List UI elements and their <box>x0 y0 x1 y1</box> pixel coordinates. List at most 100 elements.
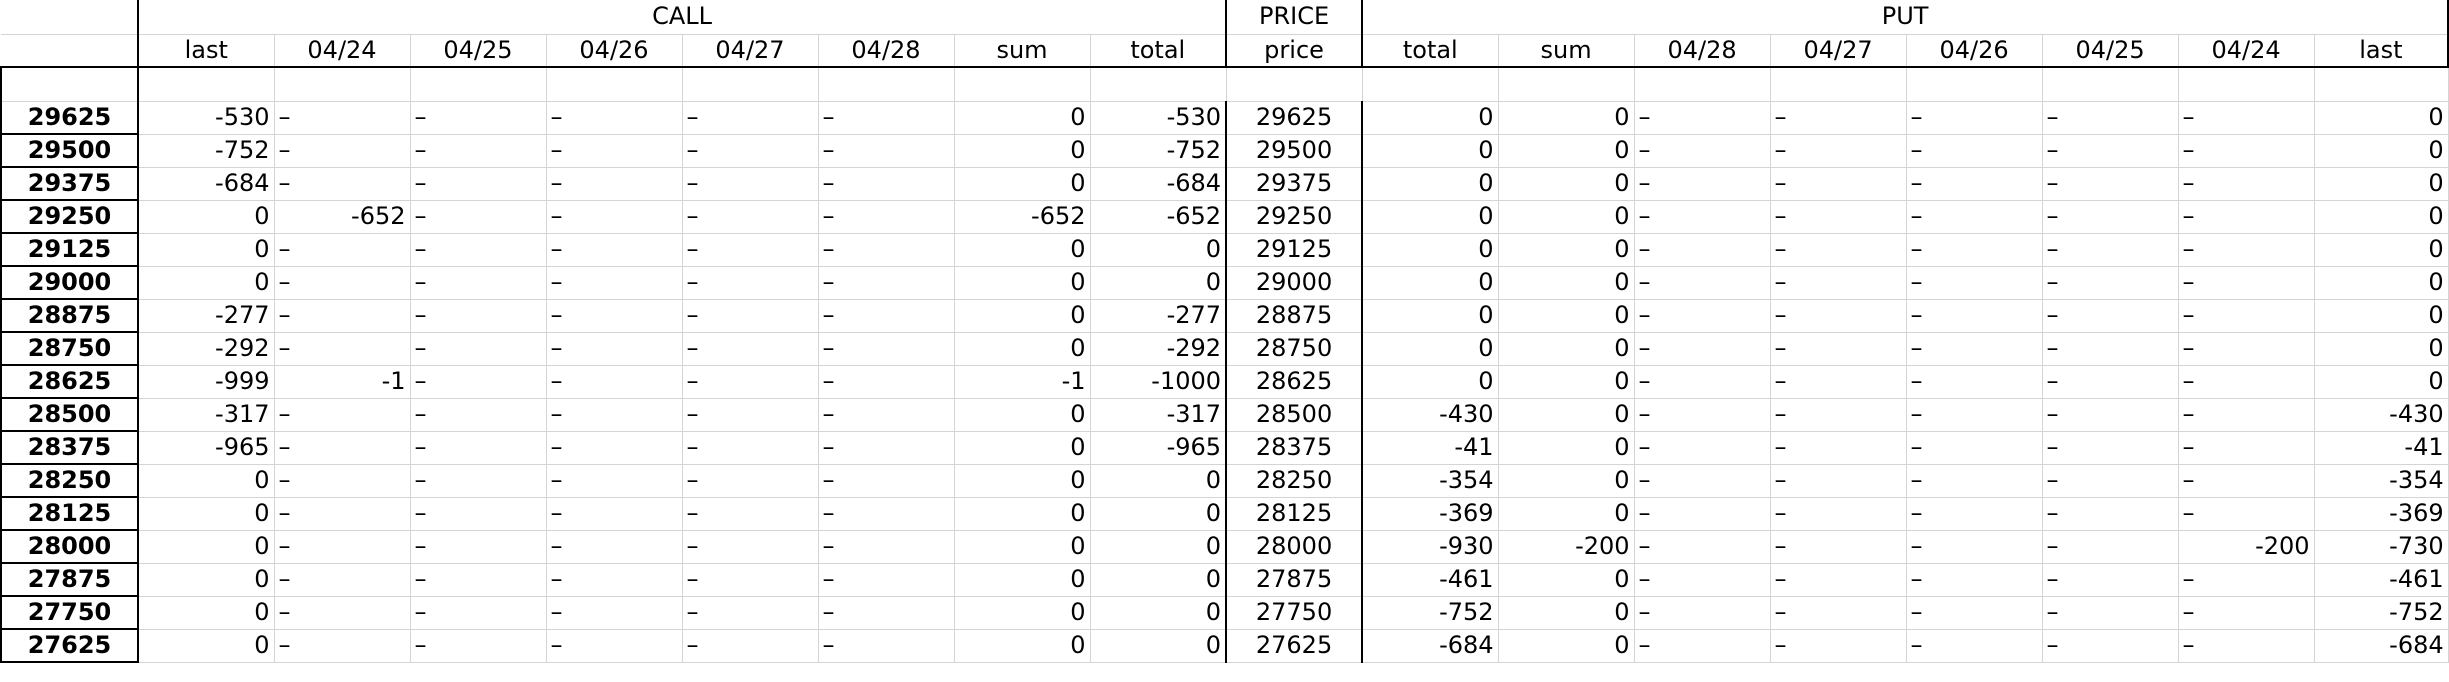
call-cell[interactable]: – <box>545 496 683 531</box>
call-cell[interactable]: -317 <box>1089 397 1227 432</box>
put-cell[interactable]: 0 <box>1497 133 1635 168</box>
put-cell[interactable]: – <box>1905 100 2043 135</box>
price-cell[interactable]: 29375 <box>1225 166 1364 201</box>
call-cell[interactable]: – <box>681 463 819 498</box>
put-cell[interactable]: 0 <box>2313 133 2449 168</box>
strike-label[interactable]: 29125 <box>0 232 139 267</box>
call-cell[interactable]: – <box>681 265 819 300</box>
call-cell[interactable]: 0 <box>137 199 275 234</box>
put-cell[interactable]: – <box>1633 265 1771 300</box>
price-col[interactable]: price <box>1225 33 1364 68</box>
blank-cell[interactable] <box>137 67 275 102</box>
price-cell[interactable]: 29000 <box>1225 265 1364 300</box>
put-cell[interactable]: – <box>2041 628 2179 663</box>
put-cell[interactable]: – <box>1905 463 2043 498</box>
blank-cell[interactable] <box>2313 67 2449 102</box>
call-cell[interactable]: – <box>817 562 955 597</box>
strike-label[interactable]: 28625 <box>0 364 139 399</box>
call-cell[interactable]: – <box>273 562 411 597</box>
call-cell[interactable]: – <box>817 397 955 432</box>
put-cell[interactable]: – <box>2041 100 2179 135</box>
price-cell[interactable]: 28000 <box>1225 529 1364 564</box>
put-cell[interactable]: – <box>2041 199 2179 234</box>
put-cell[interactable]: 0 <box>2313 298 2449 333</box>
put-cell[interactable]: 0 <box>2313 100 2449 135</box>
put-cell[interactable]: -41 <box>1361 430 1499 465</box>
put-cell[interactable]: – <box>1905 628 2043 663</box>
put-cell[interactable]: – <box>1769 133 1907 168</box>
put-cell[interactable]: – <box>2177 232 2315 267</box>
call-cell[interactable]: – <box>545 595 683 630</box>
put-cell[interactable]: – <box>2041 364 2179 399</box>
put-cell[interactable]: – <box>2041 232 2179 267</box>
put-cell[interactable]: – <box>2177 133 2315 168</box>
call-cell[interactable]: 0 <box>953 166 1091 201</box>
call-cell[interactable]: -965 <box>1089 430 1227 465</box>
put-cell[interactable]: 0 <box>2313 166 2449 201</box>
strike-label[interactable]: 27625 <box>0 628 139 663</box>
put-cell[interactable]: 0 <box>1497 166 1635 201</box>
put-cell[interactable]: -354 <box>2313 463 2449 498</box>
call-cell[interactable]: – <box>681 496 819 531</box>
put-cell[interactable]: 0 <box>1497 595 1635 630</box>
call-group-header[interactable]: CALL <box>136 0 1228 35</box>
put-cell[interactable]: -200 <box>1497 529 1635 564</box>
call-cell[interactable]: – <box>273 430 411 465</box>
call-cell[interactable]: 0 <box>137 232 275 267</box>
put-cell[interactable]: – <box>2041 496 2179 531</box>
call-cell[interactable]: -652 <box>273 199 411 234</box>
call-cell[interactable]: 0 <box>953 331 1091 366</box>
call-cell[interactable]: – <box>409 463 547 498</box>
put-cell[interactable]: 0 <box>1361 133 1499 168</box>
put-cell[interactable]: – <box>2041 529 2179 564</box>
call-cell[interactable]: – <box>409 397 547 432</box>
put-cell[interactable]: – <box>2177 397 2315 432</box>
put-cell[interactable]: 0 <box>1361 199 1499 234</box>
call-cell[interactable]: – <box>681 364 819 399</box>
call-cell[interactable]: 0 <box>953 232 1091 267</box>
put-cell[interactable]: – <box>1769 166 1907 201</box>
call-cell[interactable]: – <box>545 100 683 135</box>
put-cell[interactable]: 0 <box>1361 166 1499 201</box>
call-cell[interactable]: -292 <box>1089 331 1227 366</box>
price-cell[interactable]: 27875 <box>1225 562 1364 597</box>
call-cell[interactable]: – <box>273 133 411 168</box>
call-cell[interactable]: – <box>817 364 955 399</box>
price-group-header[interactable]: PRICE <box>1225 0 1364 35</box>
blank-cell[interactable] <box>953 67 1091 102</box>
call-cell[interactable]: 0 <box>953 595 1091 630</box>
call-cell[interactable]: – <box>681 430 819 465</box>
call-cell[interactable]: – <box>817 331 955 366</box>
put-cell[interactable]: – <box>1905 265 2043 300</box>
strike-label[interactable]: 28750 <box>0 331 139 366</box>
put-cell[interactable]: 0 <box>1497 232 1635 267</box>
call-cell[interactable]: – <box>817 265 955 300</box>
call-cell[interactable]: 0 <box>953 496 1091 531</box>
strike-label[interactable]: 28375 <box>0 430 139 465</box>
put-group-header[interactable]: PUT <box>1361 0 2449 35</box>
strike-label[interactable]: 29000 <box>0 265 139 300</box>
call-cell[interactable]: – <box>545 562 683 597</box>
call-cell[interactable]: 0 <box>137 529 275 564</box>
blank-cell[interactable] <box>0 67 139 102</box>
call-cell[interactable]: -965 <box>137 430 275 465</box>
put-cell[interactable]: – <box>2041 430 2179 465</box>
put-cell[interactable]: -752 <box>2313 595 2449 630</box>
put-cell[interactable]: – <box>2177 562 2315 597</box>
put-cell[interactable]: – <box>2041 595 2179 630</box>
put-cell[interactable]: – <box>1633 331 1771 366</box>
call-cell[interactable]: 0 <box>137 595 275 630</box>
put-cell[interactable]: -200 <box>2177 529 2315 564</box>
put-cell[interactable]: – <box>2177 496 2315 531</box>
strike-label[interactable]: 28125 <box>0 496 139 531</box>
call-cell[interactable]: – <box>409 529 547 564</box>
call-cell[interactable]: – <box>545 364 683 399</box>
put-cell[interactable]: – <box>1905 529 2043 564</box>
call-cell[interactable]: – <box>681 397 819 432</box>
strike-label[interactable]: 27875 <box>0 562 139 597</box>
put-cell[interactable]: – <box>2177 628 2315 663</box>
call-cell[interactable]: – <box>817 496 955 531</box>
put-cell[interactable]: – <box>2041 463 2179 498</box>
blank-cell[interactable] <box>1225 67 1363 102</box>
call-cell[interactable]: – <box>409 331 547 366</box>
